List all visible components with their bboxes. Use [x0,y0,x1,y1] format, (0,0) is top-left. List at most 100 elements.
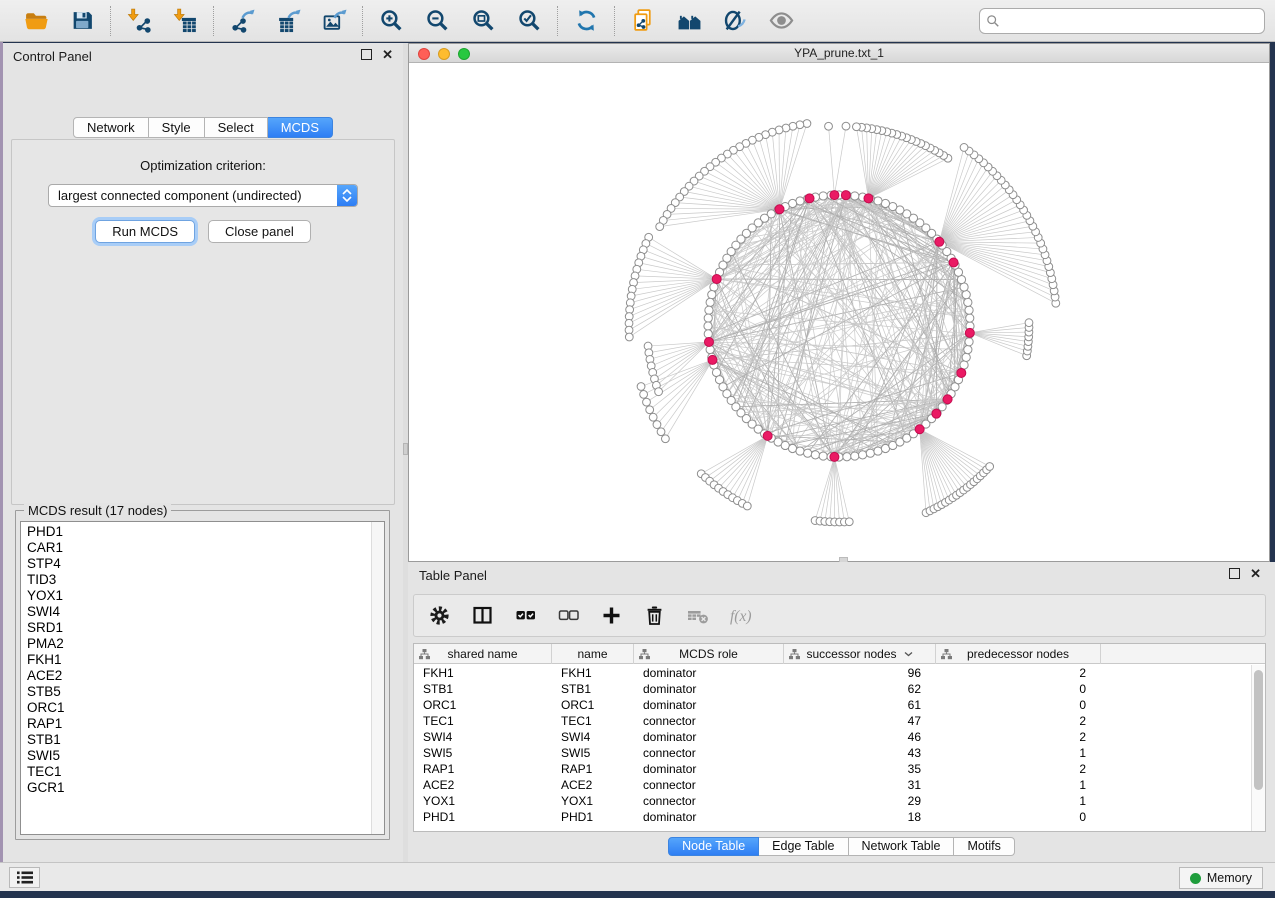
network-node[interactable] [819,192,827,200]
table-row[interactable]: ORC1ORC1dominator610 [414,697,1251,713]
network-node[interactable] [743,502,751,510]
network-node[interactable] [1025,319,1033,327]
mcds-node[interactable] [830,191,839,200]
deselect-all-checks-icon[interactable] [555,603,581,629]
mcds-node[interactable] [712,275,721,284]
export-network-icon[interactable] [228,7,256,35]
mcds-result-item[interactable]: GCR1 [27,780,371,796]
tab-mcds[interactable]: MCDS [268,117,333,138]
column-header-predecessor-nodes[interactable]: predecessor nodes [936,644,1101,664]
network-node[interactable] [965,338,973,346]
mcds-result-item[interactable]: FKH1 [27,652,371,668]
network-node[interactable] [874,447,882,455]
tab-network-table[interactable]: Network Table [849,837,955,856]
network-node[interactable] [704,314,712,322]
column-layout-icon[interactable] [469,603,495,629]
open-file-icon[interactable] [22,7,50,35]
tab-style[interactable]: Style [149,117,205,138]
mcds-result-item[interactable]: YOX1 [27,588,371,604]
network-node[interactable] [853,123,861,131]
network-node[interactable] [843,453,851,461]
mcds-node[interactable] [830,452,839,461]
mcds-result-item[interactable]: ORC1 [27,700,371,716]
mcds-node[interactable] [775,205,784,214]
window-close-icon[interactable] [418,48,430,60]
network-node[interactable] [964,298,972,306]
network-node[interactable] [874,197,882,205]
mcds-node[interactable] [965,328,974,337]
network-node[interactable] [643,398,651,406]
network-node[interactable] [825,122,833,130]
network-node[interactable] [819,452,827,460]
search-box[interactable] [979,8,1265,34]
table-row[interactable]: TEC1TEC1connector472 [414,713,1251,729]
table-settings-icon[interactable] [426,603,452,629]
network-node[interactable] [704,322,712,330]
close-table-panel-icon[interactable]: ✕ [1250,568,1261,579]
float-panel-icon[interactable] [361,49,372,60]
network-node[interactable] [655,388,663,396]
mcds-result-item[interactable]: PMA2 [27,636,371,652]
show-hide-details-icon[interactable] [767,7,795,35]
mcds-node[interactable] [943,395,952,404]
refresh-view-icon[interactable] [572,7,600,35]
network-node[interactable] [851,192,859,200]
network-node[interactable] [986,463,994,471]
mcds-node[interactable] [915,425,924,434]
network-node[interactable] [637,383,645,391]
criterion-dropdown[interactable]: largest connected component (undirected) [48,184,358,207]
network-node[interactable] [640,390,648,398]
table-row[interactable]: ACE2ACE2connector311 [414,777,1251,793]
tab-select[interactable]: Select [205,117,268,138]
table-row[interactable]: PHD1PHD1dominator180 [414,809,1251,825]
mcds-result-item[interactable]: RAP1 [27,716,371,732]
mcds-node[interactable] [805,194,814,203]
tab-node-table[interactable]: Node Table [668,837,759,856]
zoom-out-icon[interactable] [423,7,451,35]
mcds-list-scrollbar[interactable] [371,522,384,834]
mcds-result-item[interactable]: TEC1 [27,764,371,780]
network-node[interactable] [859,451,867,459]
mcds-result-item[interactable]: ACE2 [27,668,371,684]
mcds-node[interactable] [932,409,941,418]
memory-button[interactable]: Memory [1179,867,1263,889]
mcds-node[interactable] [841,191,850,200]
hide-graphics-details-icon[interactable] [721,7,749,35]
save-session-icon[interactable] [68,7,96,35]
network-node[interactable] [966,314,974,322]
tab-edge-table[interactable]: Edge Table [759,837,848,856]
network-node[interactable] [704,330,712,338]
delete-column-icon[interactable] [641,603,667,629]
network-node[interactable] [788,444,796,452]
network-node[interactable] [625,333,633,341]
import-table-icon[interactable] [171,7,199,35]
window-minimize-icon[interactable] [438,48,450,60]
network-node[interactable] [706,298,714,306]
mcds-result-item[interactable]: STB1 [27,732,371,748]
network-node[interactable] [964,346,972,354]
network-node[interactable] [796,447,804,455]
select-all-checks-icon[interactable] [512,603,538,629]
mcds-node[interactable] [949,258,958,267]
network-node[interactable] [708,291,716,299]
mcds-node[interactable] [708,355,717,364]
export-image-icon[interactable] [320,7,348,35]
network-node[interactable] [960,283,968,291]
close-panel-icon[interactable]: ✕ [382,49,393,60]
mcds-result-item[interactable]: STB5 [27,684,371,700]
network-node[interactable] [803,120,811,128]
network-node[interactable] [656,223,664,231]
network-home-icon[interactable] [675,7,703,35]
mcds-node[interactable] [935,237,944,246]
column-header-name[interactable]: name [552,644,634,664]
network-node[interactable] [842,122,850,130]
network-node[interactable] [649,413,657,421]
network-node[interactable] [653,421,661,429]
mcds-result-item[interactable]: TID3 [27,572,371,588]
zoom-fit-icon[interactable] [469,7,497,35]
network-node[interactable] [960,361,968,369]
network-node[interactable] [845,518,853,526]
add-column-icon[interactable] [598,603,624,629]
network-canvas[interactable] [409,63,1269,561]
network-node[interactable] [657,428,665,436]
